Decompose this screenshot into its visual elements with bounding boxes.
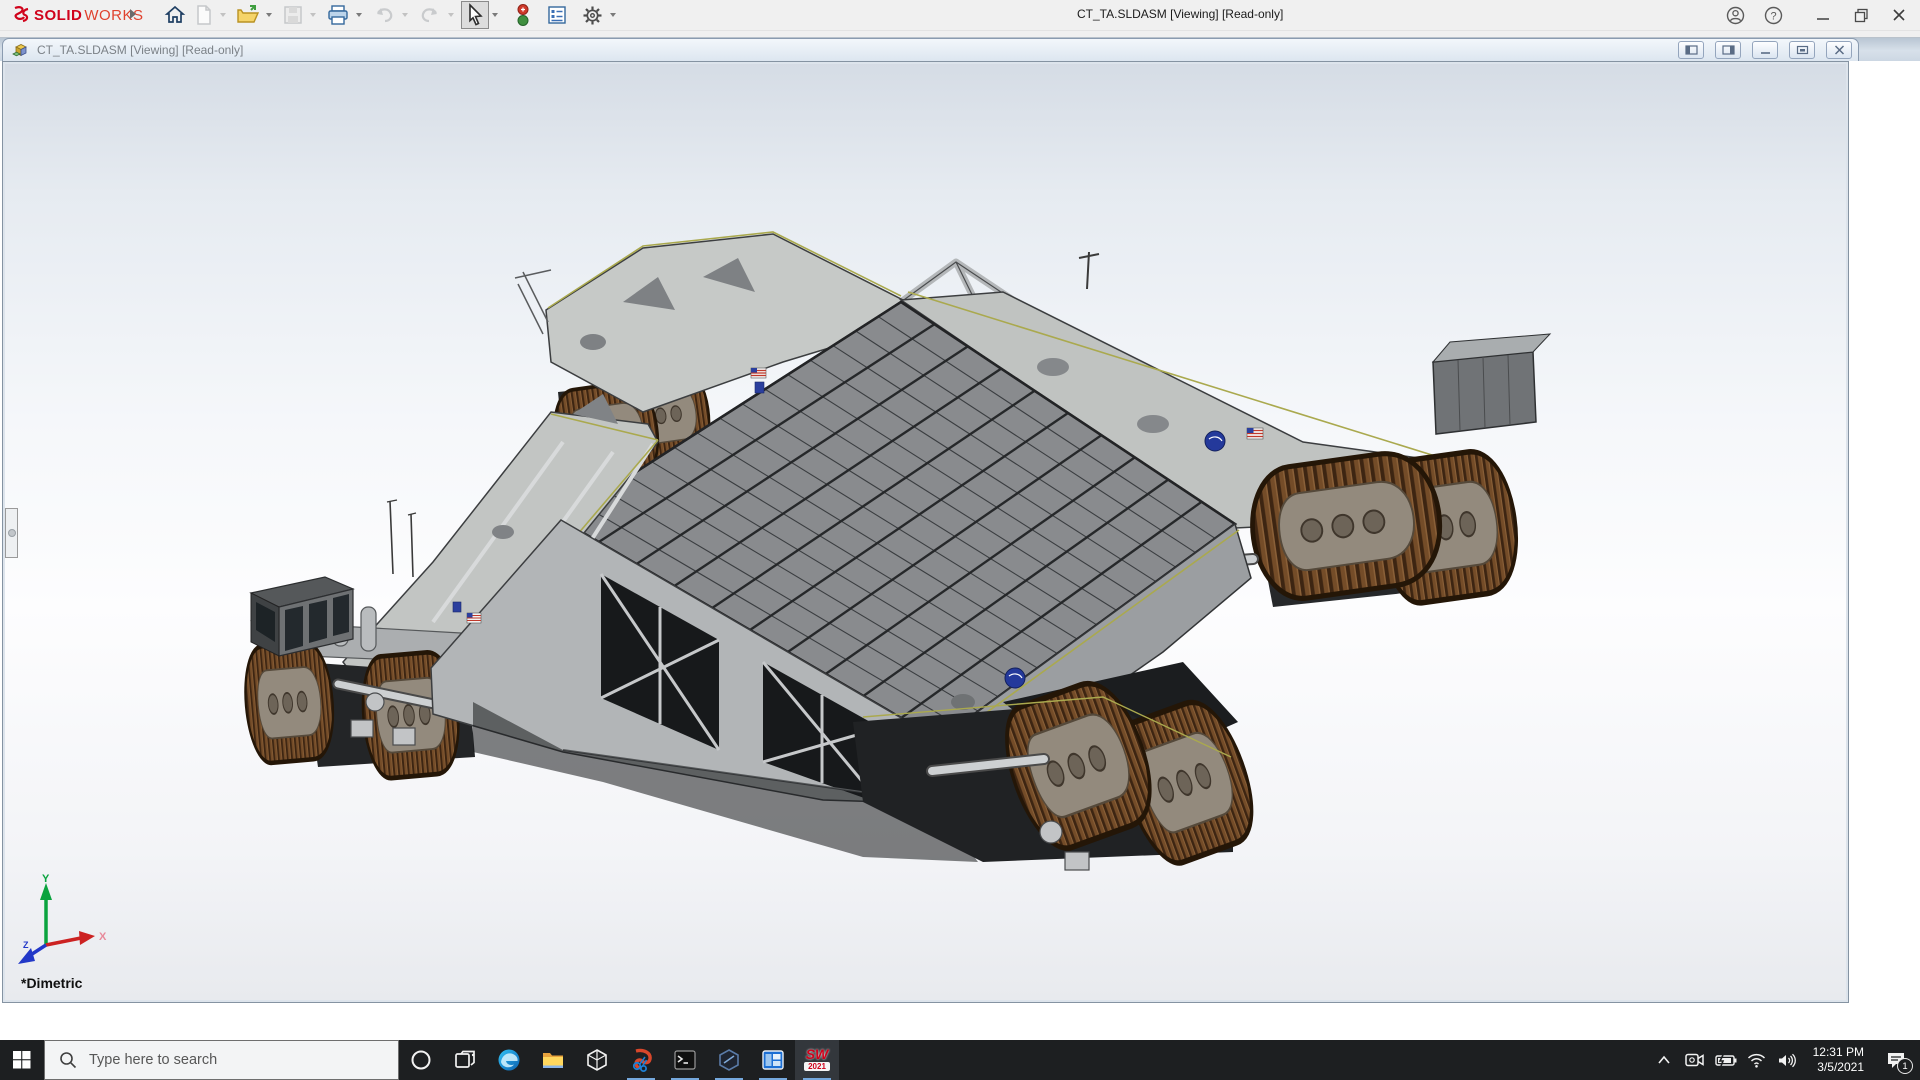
- sw-icon-letters: SW: [804, 1047, 830, 1062]
- triad-y-label: Y: [42, 873, 50, 885]
- solidworks-logo: SOLIDWORKS: [8, 4, 144, 26]
- wifi-icon[interactable]: [1744, 1040, 1770, 1080]
- save-button[interactable]: [279, 1, 307, 29]
- new-document-button[interactable]: [191, 1, 217, 29]
- quick-access-toolbar: [160, 0, 622, 30]
- restore-button[interactable]: [1846, 2, 1876, 28]
- orientation-triad: Y X Z: [11, 872, 121, 982]
- account-icon[interactable]: [1720, 2, 1750, 28]
- us-flag-left: [467, 613, 481, 623]
- taskbar-item-snip-sketch[interactable]: [619, 1040, 663, 1080]
- pane-handle-grip: [8, 529, 16, 537]
- doc-restore-button[interactable]: [1789, 41, 1815, 59]
- taskbar-item-solidworks[interactable]: SW 2021: [795, 1040, 839, 1080]
- taskbar-item-file-explorer[interactable]: [531, 1040, 575, 1080]
- select-tool-button[interactable]: [461, 1, 489, 29]
- nasa-worm-flag: [755, 382, 764, 393]
- tray-clock[interactable]: 12:31 PM 3/5/2021: [1806, 1045, 1871, 1075]
- settings-dropdown[interactable]: [610, 13, 616, 17]
- search-input[interactable]: [87, 1051, 381, 1069]
- taskbar-search[interactable]: [44, 1040, 399, 1080]
- open-dropdown[interactable]: [266, 13, 272, 17]
- minimize-button[interactable]: [1808, 2, 1838, 28]
- titlebar-right-controls: ?: [1720, 0, 1914, 30]
- triad-z-label: Z: [23, 940, 29, 950]
- toolbar-flyout-arrow-icon[interactable]: [128, 7, 138, 21]
- action-center-button[interactable]: 1: [1876, 1040, 1916, 1080]
- taskbar-item-command-prompt[interactable]: [663, 1040, 707, 1080]
- battery-icon[interactable]: [1713, 1040, 1739, 1080]
- search-icon: [59, 1051, 77, 1069]
- tray-chevron-icon[interactable]: [1651, 1040, 1677, 1080]
- graphics-viewport[interactable]: Y X Z *Dimetric: [2, 61, 1849, 1003]
- home-button[interactable]: [161, 1, 189, 29]
- doc-minimize-button[interactable]: [1752, 41, 1778, 59]
- taskbar-item-task-view[interactable]: [443, 1040, 487, 1080]
- options-list-button[interactable]: [543, 1, 571, 29]
- taskbar-item-edge[interactable]: [487, 1040, 531, 1080]
- close-button[interactable]: [1884, 2, 1914, 28]
- save-dropdown[interactable]: [310, 13, 316, 17]
- undo-dropdown[interactable]: [402, 13, 408, 17]
- model-crawler-transporter: [3, 62, 1848, 1002]
- print-button[interactable]: [323, 1, 353, 29]
- us-flag-right: [1247, 428, 1263, 439]
- redo-button[interactable]: [415, 1, 445, 29]
- settings-button[interactable]: [578, 1, 607, 29]
- menu-strip: [0, 31, 1920, 38]
- start-button[interactable]: [0, 1040, 44, 1080]
- ds-logo-icon: [8, 5, 32, 25]
- doc-split-right-button[interactable]: [1715, 41, 1741, 59]
- taskbar: SW 2021: [0, 1040, 1920, 1080]
- assembly-icon: [11, 42, 29, 58]
- svg-text:?: ?: [1770, 10, 1776, 22]
- doc-split-left-button[interactable]: [1678, 41, 1704, 59]
- window-title: CT_TA.SLDASM [Viewing] [Read-only]: [1077, 7, 1283, 21]
- notification-badge: 1: [1897, 1058, 1913, 1074]
- feature-pane-handle[interactable]: [5, 508, 18, 558]
- tray-time: 12:31 PM: [1813, 1045, 1864, 1060]
- system-tray: 12:31 PM 3/5/2021 1: [1651, 1040, 1920, 1080]
- triad-x-label: X: [99, 931, 107, 943]
- open-button[interactable]: [233, 1, 263, 29]
- undo-button[interactable]: [369, 1, 399, 29]
- select-tool-dropdown[interactable]: [492, 13, 498, 17]
- taskbar-item-3d-viewer[interactable]: [575, 1040, 619, 1080]
- taskbar-item-cortana[interactable]: [399, 1040, 443, 1080]
- meet-now-icon[interactable]: [1682, 1040, 1708, 1080]
- new-document-dropdown[interactable]: [220, 13, 226, 17]
- document-window-buttons: [1678, 41, 1852, 59]
- app-titlebar: SOLIDWORKS: [0, 0, 1920, 31]
- sw-icon-year: 2021: [804, 1062, 830, 1071]
- taskbar-item-hexagon-app[interactable]: [707, 1040, 751, 1080]
- antenna: [390, 501, 413, 577]
- stoplight-macro-button[interactable]: [512, 1, 534, 29]
- taskbar-item-photos[interactable]: [751, 1040, 795, 1080]
- redo-dropdown[interactable]: [448, 13, 454, 17]
- tray-date: 3/5/2021: [1813, 1060, 1864, 1075]
- document-tab[interactable]: CT_TA.SLDASM [Viewing] [Read-only]: [2, 38, 1859, 61]
- help-icon[interactable]: ?: [1758, 2, 1788, 28]
- us-flag: [751, 368, 766, 378]
- doc-close-button[interactable]: [1826, 41, 1852, 59]
- print-dropdown[interactable]: [356, 13, 362, 17]
- orientation-label: *Dimetric: [21, 975, 82, 991]
- brand-solid: SOLID: [34, 7, 82, 24]
- volume-icon[interactable]: [1775, 1040, 1801, 1080]
- document-tab-label: CT_TA.SLDASM [Viewing] [Read-only]: [37, 43, 243, 57]
